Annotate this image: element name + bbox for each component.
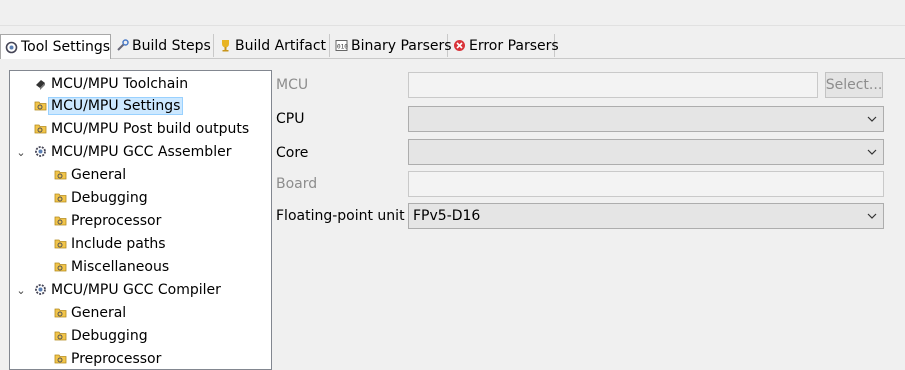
tab-build-steps[interactable]: Build Steps xyxy=(112,34,214,57)
tree-item-label: MCU/MPU Settings xyxy=(48,96,184,115)
fpu-label: Floating-point unit xyxy=(276,208,405,224)
tree-item-asm-include-paths[interactable]: Include paths xyxy=(54,233,166,254)
mcu-field xyxy=(408,72,818,98)
fpu-value: FPv5-D16 xyxy=(413,208,481,224)
properties-tab-bar: Tool Settings Build Steps Build Artifact… xyxy=(0,34,905,59)
cpu-label: CPU xyxy=(276,111,305,127)
tree-item-label: MCU/MPU Post build outputs xyxy=(51,120,250,137)
tree-item-gcc-assembler[interactable]: MCU/MPU GCC Assembler xyxy=(34,141,231,162)
tree-item-toolchain[interactable]: MCU/MPU Toolchain xyxy=(34,73,188,94)
settings-folder-icon xyxy=(54,170,67,180)
chevron-down-icon[interactable] xyxy=(861,107,883,131)
chip-icon xyxy=(36,80,45,90)
tree-item-cc-debugging[interactable]: Debugging xyxy=(54,325,148,346)
settings-folder-icon xyxy=(54,262,67,272)
tab-tool-settings[interactable]: Tool Settings xyxy=(0,34,111,59)
tab-error-parsers[interactable]: Error Parsers xyxy=(449,34,559,57)
tree-item-post-build[interactable]: MCU/MPU Post build outputs xyxy=(34,118,249,139)
tab-label: Binary Parsers xyxy=(351,37,452,54)
tree-item-label: Include paths xyxy=(71,235,166,252)
settings-folder-icon xyxy=(54,239,67,249)
build-artifact-icon xyxy=(222,40,229,52)
chevron-down-icon[interactable] xyxy=(861,140,883,164)
gear-icon xyxy=(35,284,46,295)
board-label: Board xyxy=(276,176,318,192)
tree-item-asm-general[interactable]: General xyxy=(54,164,126,185)
tab-label: Error Parsers xyxy=(469,37,559,54)
tree-item-label: Miscellaneous xyxy=(71,258,170,275)
tree-item-asm-debugging[interactable]: Debugging xyxy=(54,187,148,208)
tree-item-label: Preprocessor xyxy=(71,350,162,367)
chevron-down-icon[interactable]: ⌄ xyxy=(16,146,26,159)
settings-folder-icon xyxy=(54,216,67,226)
tree-item-cc-general[interactable]: General xyxy=(54,302,126,323)
tool-settings-icon xyxy=(5,41,18,53)
tab-label: Build Artifact xyxy=(235,37,326,54)
cpu-select[interactable] xyxy=(408,106,884,132)
settings-folder-icon xyxy=(54,331,67,341)
tree-item-mcu-settings[interactable]: MCU/MPU Settings xyxy=(34,95,184,116)
tree-item-label: Debugging xyxy=(71,327,148,344)
error-parsers-icon xyxy=(454,40,465,51)
core-select[interactable] xyxy=(408,139,884,165)
chevron-down-icon[interactable]: ⌄ xyxy=(16,284,26,297)
settings-tree[interactable]: MCU/MPU Toolchain MCU/MPU Settings MCU/M… xyxy=(9,70,272,370)
svg-text:010: 010 xyxy=(337,44,348,51)
settings-folder-icon xyxy=(54,308,67,318)
tree-item-gcc-compiler[interactable]: MCU/MPU GCC Compiler xyxy=(34,279,221,300)
binary-parsers-icon: 010 xyxy=(335,40,348,51)
tree-item-label: MCU/MPU GCC Compiler xyxy=(51,281,221,298)
settings-folder-icon xyxy=(54,193,67,203)
mcu-label: MCU xyxy=(276,77,309,93)
settings-folder-icon xyxy=(34,124,47,134)
tree-item-label: General xyxy=(71,166,127,183)
tab-binary-parsers[interactable]: 010 Binary Parsers xyxy=(331,34,452,57)
tree-item-label: MCU/MPU Toolchain xyxy=(51,75,189,92)
top-band xyxy=(0,0,905,26)
tab-label: Tool Settings xyxy=(21,39,111,55)
tree-item-asm-miscellaneous[interactable]: Miscellaneous xyxy=(54,256,169,277)
tab-build-artifact[interactable]: Build Artifact xyxy=(215,34,330,57)
tree-item-label: Debugging xyxy=(71,189,148,206)
core-label: Core xyxy=(276,145,309,161)
tree-item-label: Preprocessor xyxy=(71,212,162,229)
tree-item-label: General xyxy=(71,304,127,321)
chevron-down-icon[interactable] xyxy=(861,204,883,228)
select-mcu-button: Select... xyxy=(825,72,883,98)
tab-label: Build Steps xyxy=(132,37,211,54)
tree-item-cc-preprocessor[interactable]: Preprocessor xyxy=(54,348,161,369)
tree-item-asm-preprocessor[interactable]: Preprocessor xyxy=(54,210,161,231)
settings-folder-icon xyxy=(34,101,47,111)
build-steps-icon xyxy=(117,39,129,51)
board-field xyxy=(408,171,884,197)
fpu-select[interactable]: FPv5-D16 xyxy=(408,203,884,229)
settings-folder-icon xyxy=(54,354,67,364)
gear-icon xyxy=(35,146,46,157)
tree-item-label: MCU/MPU GCC Assembler xyxy=(51,143,232,160)
